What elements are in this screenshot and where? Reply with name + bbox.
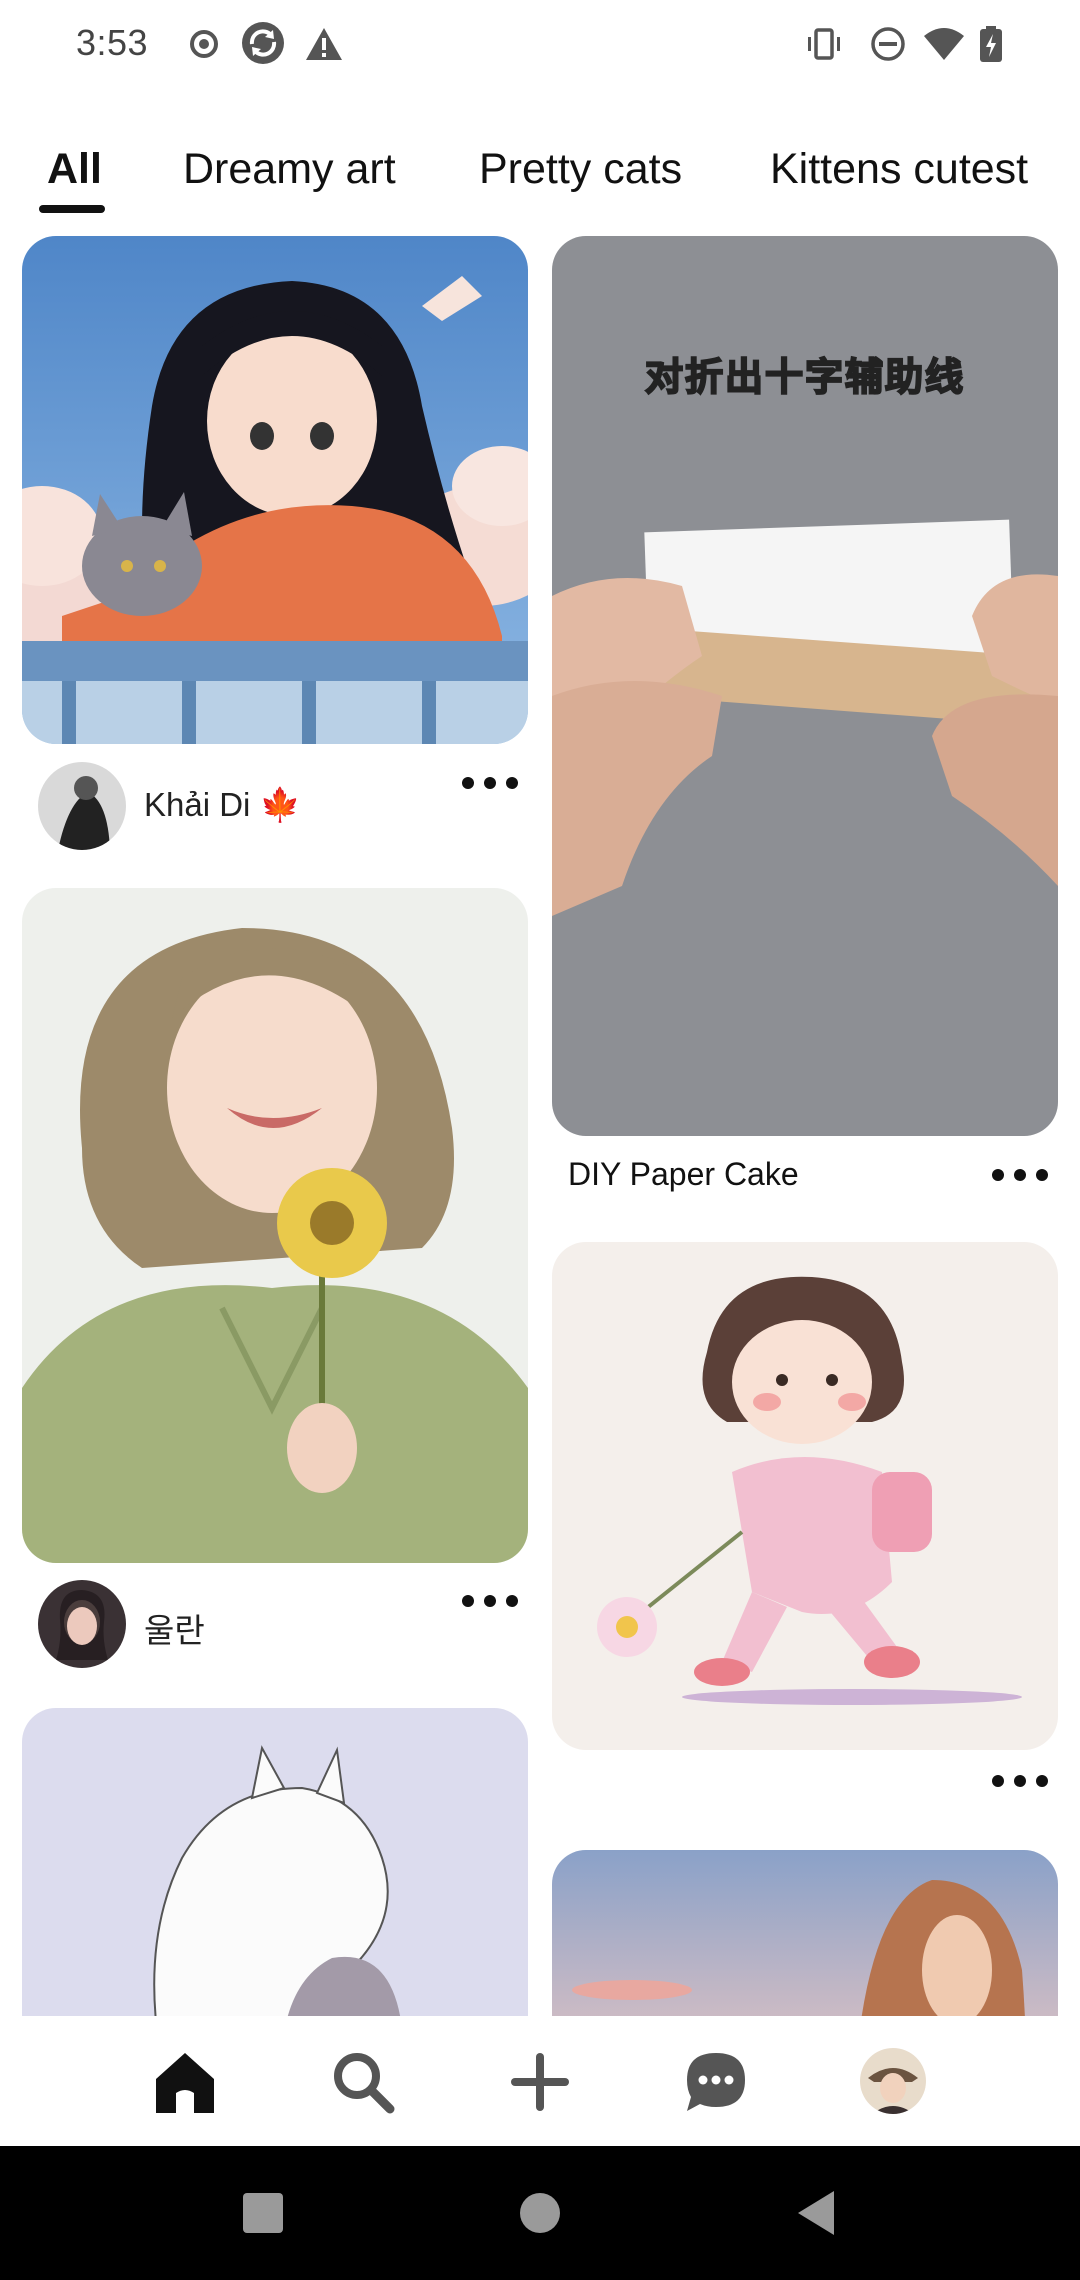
pin-image-white-cat-hug[interactable]	[22, 1708, 528, 2016]
do-not-disturb-icon	[871, 27, 905, 61]
board-tabs: All Dreamy art Pretty cats Kittens cutes…	[0, 135, 1080, 215]
battery-charging-icon	[980, 26, 1002, 62]
tab-dreamy-art[interactable]: Dreamy art	[183, 145, 396, 194]
pin-image-sunset-girl[interactable]	[552, 1850, 1058, 2016]
home-icon[interactable]	[145, 2042, 225, 2122]
pin-username[interactable]: 울란	[144, 1604, 205, 1652]
pinterest-home-screen: 3:53 All Dreamy art Pretty cats Kittens …	[0, 0, 1080, 2280]
more-options-icon[interactable]	[992, 1160, 1048, 1190]
back-icon[interactable]	[786, 2183, 846, 2243]
tab-pretty-cats[interactable]: Pretty cats	[479, 145, 682, 194]
pin-image-girl-with-sunflower[interactable]	[22, 888, 528, 1563]
wifi-icon	[924, 28, 964, 60]
pin-image-little-girl-walking[interactable]	[552, 1242, 1058, 1750]
home-button-icon[interactable]	[510, 2183, 570, 2243]
profile-avatar[interactable]	[860, 2048, 926, 2114]
tab-kittens-cutest[interactable]: Kittens cutest	[770, 145, 1028, 194]
avatar[interactable]	[38, 1580, 126, 1668]
pin-feed[interactable]: Khải Di 🍁 对折出十字辅助线 DIY Paper Cake 울란	[0, 236, 1080, 2016]
record-icon	[190, 30, 218, 58]
pin-username[interactable]: Khải Di 🍁	[144, 786, 301, 825]
vibrate-icon	[808, 28, 840, 60]
more-options-icon[interactable]	[462, 1586, 518, 1616]
create-icon[interactable]	[500, 2042, 580, 2122]
avatar[interactable]	[38, 762, 126, 850]
system-navigation-bar	[0, 2146, 1080, 2280]
messages-icon[interactable]	[676, 2042, 756, 2122]
tab-all[interactable]: All	[47, 145, 102, 194]
recents-icon[interactable]	[233, 2183, 293, 2243]
more-options-icon[interactable]	[992, 1766, 1048, 1796]
pin-overlay-caption: 对折出十字辅助线	[644, 356, 965, 400]
status-time: 3:53	[76, 22, 149, 63]
search-icon[interactable]	[323, 2042, 403, 2122]
pin-title[interactable]: DIY Paper Cake	[568, 1156, 799, 1193]
more-options-icon[interactable]	[462, 768, 518, 798]
sync-icon	[242, 22, 284, 64]
pin-image-girl-with-cat[interactable]	[22, 236, 528, 744]
active-tab-indicator	[39, 205, 105, 213]
warning-icon	[306, 28, 342, 60]
status-bar: 3:53	[0, 0, 1080, 90]
